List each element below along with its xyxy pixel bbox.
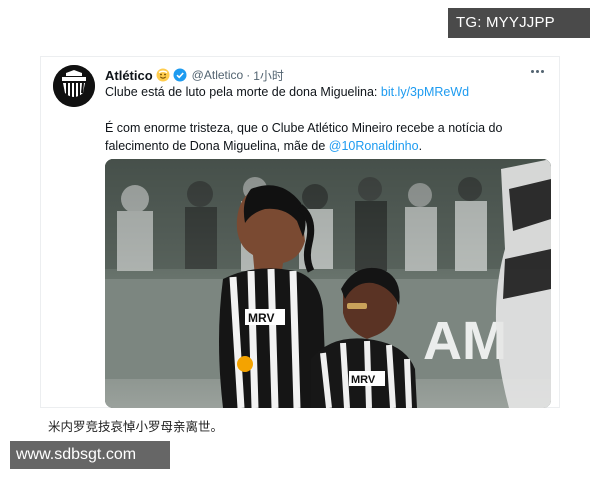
tweet-timestamp[interactable]: 1小时	[253, 67, 284, 84]
tg-watermark-badge: TG: MYYJJPP	[448, 8, 590, 38]
body-line-1: É com enorme tristeza, que o Clube Atlét…	[105, 121, 503, 135]
club-crest-icon	[53, 65, 95, 107]
tweet-photo[interactable]: AM MRV MRV	[105, 159, 551, 408]
smile-emoji-icon	[156, 68, 170, 82]
jersey-sponsor-1: MRV	[248, 311, 274, 325]
site-watermark: www.sdbsgt.com	[10, 441, 170, 469]
crowd-background	[105, 159, 551, 271]
jersey-sponsor-2: MRV	[351, 374, 376, 386]
tweet-headline: Clube está de luto pela morte de dona Mi…	[105, 85, 469, 99]
author-name[interactable]: Atlético	[105, 68, 153, 83]
tweet-header: Atlético @Atletico · 1小时	[105, 66, 284, 84]
image-caption: 米内罗竞技哀悼小罗母亲离世。	[48, 419, 224, 434]
author-handle[interactable]: @Atletico	[192, 68, 244, 82]
body-line-2-end: .	[418, 139, 423, 153]
mention-link[interactable]: @10Ronaldinho	[329, 139, 419, 153]
body-line-2-text: falecimento de Dona Miguelina, mãe de	[105, 139, 329, 153]
tweet-card: Atlético @Atletico · 1小时 Clube está de l…	[40, 56, 560, 408]
photo-illustration: AM MRV MRV	[105, 159, 551, 408]
more-options-icon[interactable]	[527, 63, 547, 79]
stadium-board-text: AM	[423, 311, 507, 371]
avatar[interactable]	[53, 65, 95, 107]
headline-text: Clube está de luto pela morte de dona Mi…	[105, 85, 381, 99]
body-line-2: falecimento de Dona Miguelina, mãe de @1…	[105, 137, 545, 155]
separator-dot: ·	[246, 68, 251, 82]
verified-badge-icon	[173, 68, 187, 82]
short-link[interactable]: bit.ly/3pMReWd	[381, 85, 469, 99]
tweet-body: É com enorme tristeza, que o Clube Atlét…	[105, 119, 545, 155]
